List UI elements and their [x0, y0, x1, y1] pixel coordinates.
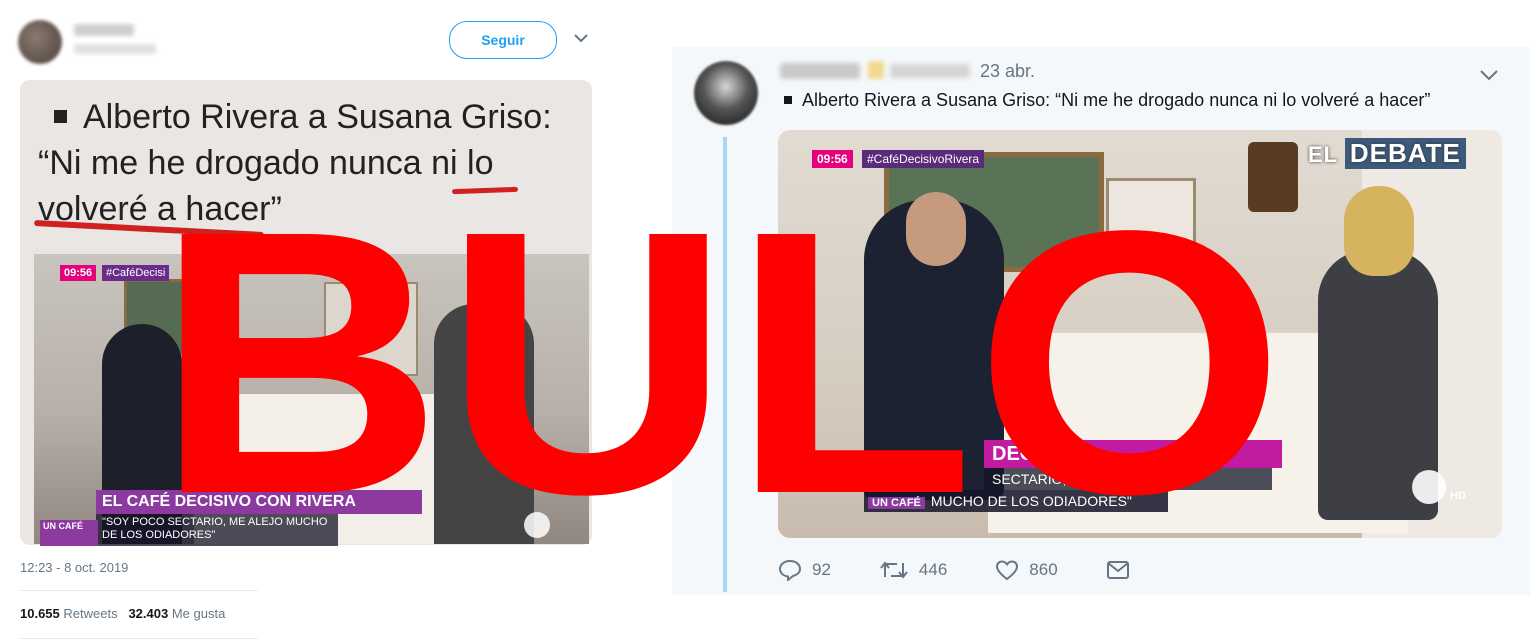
- like-button[interactable]: 860: [995, 559, 1058, 581]
- tweet-text: Alberto Rivera a Susana Griso: “Ni me he…: [784, 90, 1430, 111]
- blurred-user-handle: [74, 44, 156, 54]
- tweet-actions: 92 446 860: [778, 559, 1188, 581]
- thread-line: [723, 137, 727, 592]
- blurred-emoji: [868, 61, 884, 79]
- video-hashtag-tag: #CaféDecisivoRivera: [862, 150, 985, 168]
- tweet-text-content: Alberto Rivera a Susana Griso: “Ni me he…: [802, 90, 1431, 110]
- tweet-media-image[interactable]: 09:56 #CaféDecisivoRivera EL DEBATE DECI…: [778, 130, 1502, 538]
- retweet-button[interactable]: 446: [879, 559, 947, 581]
- chevron-down-icon[interactable]: [1478, 67, 1500, 83]
- chevron-down-icon[interactable]: [572, 31, 590, 45]
- person-right: [434, 304, 534, 544]
- reply-button[interactable]: 92: [778, 559, 831, 581]
- right-tweet: 23 abr. Alberto Rivera a Susana Griso: “…: [672, 47, 1530, 595]
- lower-third-title: EL CAFÉ DECISIVO CON RIVERA: [96, 490, 422, 514]
- divider: [20, 638, 258, 639]
- channel-el: EL: [1308, 142, 1338, 167]
- like-count: 860: [1029, 560, 1058, 579]
- follow-button[interactable]: Seguir: [449, 21, 557, 59]
- lower-third-quote: "SOY POCO SECTARIO, ME ALEJO MUCHO DE LO…: [96, 514, 338, 546]
- heart-icon: [996, 560, 1019, 581]
- retweets-count[interactable]: 10.655: [20, 606, 60, 621]
- channel-logo: [524, 512, 550, 538]
- headline-line-1: Alberto Rivera a Susana Griso:: [83, 98, 552, 136]
- retweet-count: 446: [918, 560, 948, 579]
- headline-text: Alberto Rivera a Susana Griso: “Ni me he…: [38, 94, 574, 232]
- dm-button[interactable]: [1106, 560, 1140, 580]
- video-hashtag-tag: #CaféDecisi: [102, 265, 170, 281]
- reply-count: 92: [812, 560, 831, 579]
- lower-third-quote: SECTARIO, ME A: [984, 468, 1272, 490]
- hd-badge: HD: [1450, 490, 1466, 502]
- bullet-icon: [784, 95, 792, 104]
- person-left-head: [906, 192, 966, 266]
- channel-brand: EL DEBATE: [1308, 138, 1466, 169]
- tweet-stats: 10.655 Retweets 32.403 Me gusta: [20, 606, 225, 621]
- video-time-tag: 09:56: [812, 150, 853, 168]
- odiadores-text: MUCHO DE LOS ODIADORES": [930, 493, 1132, 509]
- left-tweet: Seguir Alberto Rivera a Susana Griso: “N…: [0, 0, 610, 640]
- wall-clock: [1248, 142, 1298, 212]
- likes-label[interactable]: Me gusta: [172, 606, 225, 621]
- headline-line-2: “Ni me he drogado nunca ni lo: [38, 144, 494, 182]
- person-right-head: [1344, 186, 1414, 276]
- tweet-date[interactable]: 23 abr.: [980, 61, 1035, 82]
- avatar[interactable]: [18, 20, 62, 64]
- likes-count[interactable]: 32.403: [128, 606, 168, 621]
- lower-third-title: DECISI: [984, 440, 1282, 468]
- video-time-tag: 09:56: [60, 265, 97, 281]
- channel-logo: [1412, 470, 1446, 504]
- un-cafe-logo: UN CAFÉ: [40, 520, 98, 546]
- blurred-user-handle: [890, 64, 970, 78]
- blurred-user-name: [74, 24, 134, 36]
- channel-debate: DEBATE: [1344, 138, 1466, 169]
- shelf: [324, 282, 418, 376]
- avatar[interactable]: [694, 61, 758, 125]
- retweets-label[interactable]: Retweets: [63, 606, 117, 621]
- un-cafe-logo: UN CAFÉ: [868, 497, 925, 509]
- divider: [20, 590, 258, 591]
- lower-third-odiadores: UN CAFÉ MUCHO DE LOS ODIADORES": [864, 490, 1168, 512]
- retweet-icon: [880, 561, 908, 579]
- reply-icon: [778, 559, 802, 581]
- tweet-timestamp[interactable]: 12:23 - 8 oct. 2019: [20, 560, 128, 575]
- shelf: [1106, 178, 1196, 246]
- blurred-user-name: [780, 63, 860, 79]
- envelope-icon: [1106, 561, 1129, 579]
